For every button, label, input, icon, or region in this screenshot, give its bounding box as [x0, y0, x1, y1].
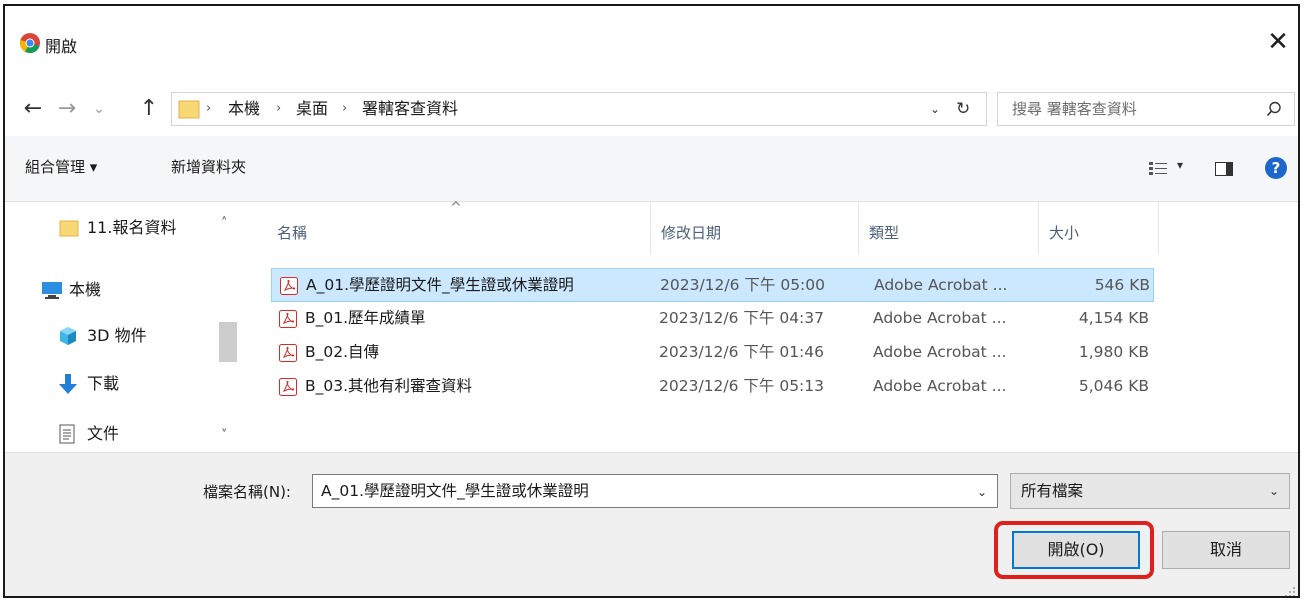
scroll-up-icon[interactable]: ˄ — [221, 216, 228, 231]
resize-grip-icon[interactable] — [1284, 586, 1296, 598]
refresh-icon[interactable]: ↻ — [956, 93, 970, 125]
preview-pane-icon[interactable] — [1215, 162, 1233, 176]
back-arrow-icon: ← — [23, 96, 43, 121]
title-bar: 開啟 ✕ — [5, 6, 1298, 84]
column-header-name[interactable]: 名稱 — [267, 202, 651, 254]
up-button[interactable]: ↑ — [137, 94, 161, 124]
breadcrumb-desktop[interactable]: 桌面 — [296, 93, 328, 125]
sidebar-item-label: 下載 — [87, 374, 120, 393]
cube-icon — [60, 327, 76, 345]
chevron-down-icon[interactable]: ⌄ — [977, 475, 987, 509]
navigation-scrollbar[interactable]: ˄ ˅ — [217, 202, 239, 452]
search-icon — [1266, 101, 1281, 117]
organize-button[interactable]: 組合管理 ▾ — [25, 156, 97, 177]
search-box[interactable]: 搜尋 署轄客查資料 — [997, 92, 1295, 126]
file-row[interactable]: B_01.歷年成績單 2023/12/6 下午 04:37 Adobe Acro… — [271, 302, 1154, 336]
folder-icon — [59, 220, 79, 237]
file-name: B_03.其他有利審查資料 — [305, 377, 473, 395]
breadcrumb-this-pc[interactable]: 本機 — [228, 93, 260, 125]
recent-locations-button[interactable]: ⌄ — [87, 94, 111, 124]
breadcrumb-separator-icon: › — [342, 101, 348, 116]
column-header-type[interactable]: 類型 — [859, 202, 1039, 254]
sidebar-item-label: 本機 — [69, 280, 102, 299]
file-size: 5,046 KB — [1078, 377, 1149, 395]
column-header-date[interactable]: 修改日期 — [651, 202, 859, 254]
new-folder-button[interactable]: 新增資料夾 — [171, 156, 246, 177]
file-type: Adobe Acrobat ... — [873, 343, 1007, 361]
file-date: 2023/12/6 下午 05:13 — [659, 377, 824, 395]
chevron-down-icon: ⌄ — [93, 101, 105, 117]
file-row[interactable]: A_01.學歷證明文件_學生證或休業證明 2023/12/6 下午 05:00 … — [271, 268, 1154, 302]
document-icon — [59, 424, 75, 444]
file-date: 2023/12/6 下午 01:46 — [659, 343, 824, 361]
sidebar-item-label: 文件 — [87, 424, 120, 443]
up-arrow-icon: ↑ — [139, 96, 159, 121]
pdf-file-icon — [279, 344, 297, 362]
dialog-footer: 檔案名稱(N): A_01.學歷證明文件_學生證或休業證明 ⌄ 所有檔案 ⌄ 開… — [5, 452, 1298, 598]
window-title: 開啟 — [45, 37, 78, 56]
forward-button[interactable]: → — [55, 94, 79, 124]
navigation-pane: 11.報名資料 本機 3D 物件 下載 文件 ˄ ˅ — [5, 202, 245, 452]
file-name: A_01.學歷證明文件_學生證或休業證明 — [306, 276, 574, 294]
filename-field[interactable]: A_01.學歷證明文件_學生證或休業證明 — [321, 475, 589, 507]
cancel-button[interactable]: 取消 — [1162, 531, 1290, 569]
close-button[interactable]: ✕ — [1258, 20, 1298, 64]
computer-icon — [42, 282, 62, 299]
pdf-file-icon — [279, 378, 297, 396]
close-icon: ✕ — [1267, 27, 1289, 57]
file-type: Adobe Acrobat ... — [873, 377, 1007, 395]
address-dropdown-icon[interactable]: ⌄ — [930, 93, 940, 125]
open-file-dialog: 開啟 ✕ ← → ⌄ ↑ › 本機 › 桌面 › 署轄客查資料 ⌄ ↻ 搜尋 署… — [3, 4, 1300, 598]
scroll-down-icon[interactable]: ˅ — [221, 428, 228, 443]
filetype-value: 所有檔案 — [1021, 482, 1084, 500]
file-date: 2023/12/6 下午 04:37 — [659, 309, 824, 327]
file-size: 546 KB — [1094, 276, 1150, 294]
sidebar-item-label: 3D 物件 — [87, 326, 147, 345]
breadcrumb-separator-icon: › — [276, 101, 282, 116]
column-header-size[interactable]: 大小 — [1039, 202, 1159, 254]
file-row[interactable]: B_02.自傳 2023/12/6 下午 01:46 Adobe Acrobat… — [271, 336, 1154, 370]
sidebar-item-label: 11.報名資料 — [87, 218, 177, 237]
folder-icon — [178, 100, 200, 119]
filename-combobox[interactable]: A_01.學歷證明文件_學生證或休業證明 ⌄ — [312, 474, 998, 508]
open-button[interactable]: 開啟(O) — [1012, 531, 1140, 569]
filename-label: 檔案名稱(N): — [203, 483, 291, 501]
help-icon[interactable]: ? — [1265, 157, 1287, 179]
pdf-file-icon — [279, 310, 297, 328]
file-size: 4,154 KB — [1078, 309, 1149, 327]
file-list: ^ 名稱 修改日期 類型 大小 A_01.學歷證明文件_學生證或休業證明 202… — [245, 200, 1298, 452]
back-button[interactable]: ← — [21, 94, 45, 124]
breadcrumb-separator-icon: › — [206, 101, 212, 116]
pdf-file-icon — [280, 277, 298, 295]
download-icon — [59, 374, 77, 394]
filetype-select[interactable]: 所有檔案 ⌄ — [1010, 473, 1290, 509]
view-options-icon[interactable] — [1149, 161, 1167, 177]
file-date: 2023/12/6 下午 05:00 — [660, 276, 825, 294]
search-input[interactable]: 搜尋 署轄客查資料 — [1012, 93, 1137, 125]
file-size: 1,980 KB — [1078, 343, 1149, 361]
scrollbar-thumb[interactable] — [219, 322, 237, 362]
file-name: B_02.自傳 — [305, 343, 380, 361]
breadcrumb-current-folder[interactable]: 署轄客查資料 — [362, 93, 458, 125]
chrome-app-icon — [20, 33, 40, 54]
file-row[interactable]: B_03.其他有利審查資料 2023/12/6 下午 05:13 Adobe A… — [271, 370, 1154, 404]
navigation-bar: ← → ⌄ ↑ › 本機 › 桌面 › 署轄客查資料 ⌄ ↻ 搜尋 署轄客查資料 — [5, 84, 1298, 136]
address-bar[interactable]: › 本機 › 桌面 › 署轄客查資料 ⌄ ↻ — [171, 92, 987, 126]
forward-arrow-icon: → — [57, 96, 77, 121]
file-type: Adobe Acrobat ... — [873, 309, 1007, 327]
file-name: B_01.歷年成績單 — [305, 309, 426, 327]
view-dropdown-icon[interactable]: ▾ — [1177, 158, 1183, 172]
chevron-down-icon: ⌄ — [1268, 484, 1279, 498]
command-bar: 組合管理 ▾ 新增資料夾 ▾ ? — [5, 136, 1298, 202]
file-type: Adobe Acrobat ... — [874, 276, 1008, 294]
